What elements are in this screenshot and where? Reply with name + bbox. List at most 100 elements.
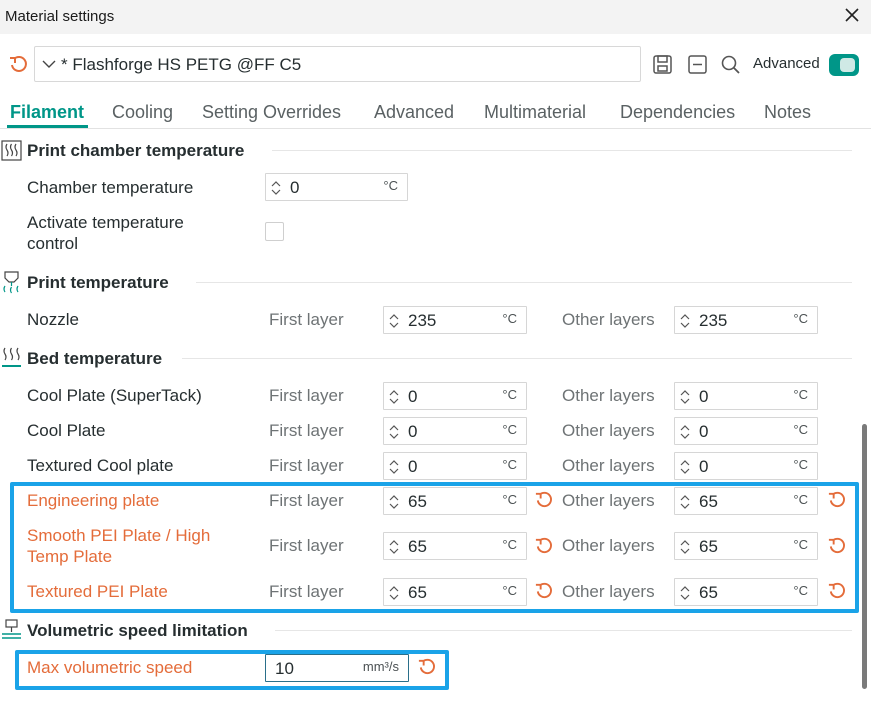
bed-other-layers-field[interactable]: 65 °C bbox=[674, 487, 818, 515]
reset-value-icon[interactable] bbox=[827, 581, 846, 600]
field-value: 65 bbox=[408, 492, 427, 511]
max-volumetric-speed-field[interactable]: 10 mm³/s bbox=[265, 654, 409, 682]
reset-value-icon[interactable] bbox=[534, 581, 553, 600]
spin-arrows-icon[interactable] bbox=[388, 539, 400, 555]
section-title-bed-temperature: Bed temperature bbox=[27, 349, 163, 368]
bed-first-layer-field[interactable]: 0 °C bbox=[383, 452, 527, 480]
preset-name: * Flashforge HS PETG @FF C5 bbox=[61, 55, 302, 74]
tab-filament[interactable]: Filament bbox=[10, 102, 84, 123]
unit-label: °C bbox=[502, 583, 517, 598]
tab-setting-overrides[interactable]: Setting Overrides bbox=[202, 102, 341, 123]
tab-cooling[interactable]: Cooling bbox=[112, 102, 173, 123]
spin-arrows-icon[interactable] bbox=[679, 313, 691, 329]
unit-label: °C bbox=[502, 311, 517, 326]
unit-label: mm³/s bbox=[362, 659, 399, 674]
first-layer-label: First layer bbox=[269, 456, 344, 475]
unit-label: °C bbox=[502, 492, 517, 507]
active-tab-indicator bbox=[7, 125, 88, 128]
field-value: 0 bbox=[408, 422, 418, 441]
other-layers-label: Other layers bbox=[562, 421, 655, 440]
bed-other-layers-field[interactable]: 65 °C bbox=[674, 578, 818, 606]
other-layers-label: Other layers bbox=[562, 386, 655, 405]
close-icon[interactable] bbox=[843, 6, 861, 24]
bed-row-label: Cool Plate (SuperTack) bbox=[27, 386, 202, 405]
bed-first-layer-field[interactable]: 65 °C bbox=[383, 487, 527, 515]
chamber-temperature-field[interactable]: 0 °C bbox=[265, 173, 408, 201]
tab-advanced[interactable]: Advanced bbox=[374, 102, 454, 123]
bed-heat-icon bbox=[2, 347, 21, 367]
spin-arrows-icon[interactable] bbox=[388, 389, 400, 405]
section-divider bbox=[275, 630, 852, 631]
chevron-down-icon bbox=[42, 60, 56, 68]
bed-first-layer-field[interactable]: 0 °C bbox=[383, 382, 527, 410]
bed-row-label: Cool Plate bbox=[27, 421, 106, 440]
reset-value-icon[interactable] bbox=[417, 657, 436, 676]
spin-arrows-icon[interactable] bbox=[270, 180, 282, 196]
tab-multimaterial[interactable]: Multimaterial bbox=[484, 102, 586, 123]
unit-label: °C bbox=[793, 537, 808, 552]
reset-value-icon[interactable] bbox=[534, 490, 553, 509]
vertical-scrollbar[interactable] bbox=[862, 424, 867, 689]
spin-arrows-icon[interactable] bbox=[679, 389, 691, 405]
unit-label: °C bbox=[793, 422, 808, 437]
nozzle-icon bbox=[3, 271, 19, 294]
bed-row-label-line2: Temp Plate bbox=[27, 547, 113, 566]
save-icon[interactable] bbox=[652, 54, 673, 75]
spin-arrows-icon[interactable] bbox=[388, 459, 400, 475]
reset-value-icon[interactable] bbox=[827, 536, 846, 555]
section-title-chamber: Print chamber temperature bbox=[27, 141, 245, 160]
advanced-toggle[interactable] bbox=[829, 54, 859, 76]
reset-preset-icon[interactable] bbox=[8, 54, 28, 74]
bed-first-layer-field[interactable]: 65 °C bbox=[383, 578, 527, 606]
nozzle-first-layer-field[interactable]: 235 °C bbox=[383, 306, 527, 334]
section-title-volumetric: Volumetric speed limitation bbox=[27, 621, 248, 640]
spin-arrows-icon[interactable] bbox=[388, 494, 400, 510]
unit-label: °C bbox=[383, 178, 398, 193]
spin-arrows-icon[interactable] bbox=[679, 494, 691, 510]
other-layers-label: Other layers bbox=[562, 310, 655, 329]
nozzle-other-layers-field[interactable]: 235 °C bbox=[674, 306, 818, 334]
spin-arrows-icon[interactable] bbox=[388, 424, 400, 440]
spin-arrows-icon[interactable] bbox=[388, 585, 400, 601]
chamber-heat-icon bbox=[1, 140, 22, 161]
unit-label: °C bbox=[502, 387, 517, 402]
max-volumetric-speed-label: Max volumetric speed bbox=[27, 658, 193, 677]
bed-row-label: Engineering plate bbox=[27, 491, 160, 510]
spin-arrows-icon[interactable] bbox=[679, 424, 691, 440]
delete-preset-icon[interactable] bbox=[687, 54, 708, 75]
bed-other-layers-field[interactable]: 0 °C bbox=[674, 382, 818, 410]
bed-first-layer-field[interactable]: 0 °C bbox=[383, 417, 527, 445]
tab-dependencies[interactable]: Dependencies bbox=[620, 102, 735, 123]
field-value: 65 bbox=[408, 537, 427, 556]
unit-label: °C bbox=[793, 457, 808, 472]
spin-arrows-icon[interactable] bbox=[679, 459, 691, 475]
nozzle-label: Nozzle bbox=[27, 310, 79, 329]
section-divider bbox=[272, 150, 852, 151]
window-titlebar: Material settings bbox=[0, 0, 871, 34]
preset-selector[interactable]: * Flashforge HS PETG @FF C5 bbox=[34, 46, 641, 82]
first-layer-label: First layer bbox=[269, 491, 344, 510]
first-layer-label: First layer bbox=[269, 386, 344, 405]
bed-row-label: Textured PEI Plate bbox=[27, 582, 168, 601]
field-value: 0 bbox=[408, 387, 418, 406]
bed-other-layers-field[interactable]: 0 °C bbox=[674, 417, 818, 445]
bed-row-label-line1: Smooth PEI Plate / High bbox=[27, 526, 211, 545]
other-layers-label: Other layers bbox=[562, 536, 655, 555]
activate-temperature-checkbox[interactable] bbox=[265, 222, 284, 241]
reset-value-icon[interactable] bbox=[534, 536, 553, 555]
unit-label: °C bbox=[502, 537, 517, 552]
spin-arrows-icon[interactable] bbox=[679, 539, 691, 555]
field-value: 65 bbox=[699, 537, 718, 556]
unit-label: °C bbox=[793, 311, 808, 326]
reset-value-icon[interactable] bbox=[827, 490, 846, 509]
tab-notes[interactable]: Notes bbox=[764, 102, 811, 123]
field-value: 0 bbox=[699, 422, 709, 441]
bed-first-layer-field[interactable]: 65 °C bbox=[383, 532, 527, 560]
search-icon[interactable] bbox=[720, 54, 741, 75]
spin-arrows-icon[interactable] bbox=[679, 585, 691, 601]
field-value: 0 bbox=[699, 387, 709, 406]
spin-arrows-icon[interactable] bbox=[388, 313, 400, 329]
bed-other-layers-field[interactable]: 0 °C bbox=[674, 452, 818, 480]
field-value: 65 bbox=[699, 583, 718, 602]
bed-other-layers-field[interactable]: 65 °C bbox=[674, 532, 818, 560]
